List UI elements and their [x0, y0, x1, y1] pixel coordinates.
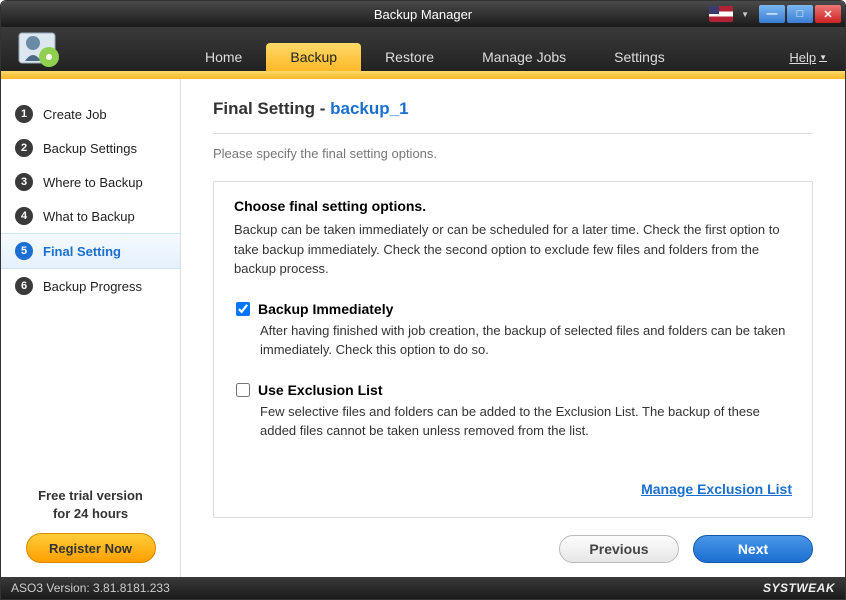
help-link[interactable]: Help ▼ [789, 43, 835, 71]
main-toolbar: Home Backup Restore Manage Jobs Settings… [1, 27, 845, 71]
step-create-job[interactable]: 1Create Job [1, 97, 180, 131]
wizard-sidebar: 1Create Job 2Backup Settings 3Where to B… [1, 79, 181, 577]
tab-restore[interactable]: Restore [361, 43, 458, 71]
help-label: Help [789, 50, 816, 65]
backup-immediately-label: Backup Immediately [258, 301, 393, 317]
minimize-button[interactable]: — [759, 5, 785, 23]
brand-label: SYSTWEAK [763, 581, 835, 595]
close-button[interactable]: ✕ [815, 5, 841, 23]
tab-settings[interactable]: Settings [590, 43, 689, 71]
trial-notice: Free trial version for 24 hours [1, 487, 180, 533]
manage-exclusion-list-link[interactable]: Manage Exclusion List [234, 481, 792, 497]
previous-button[interactable]: Previous [559, 535, 679, 563]
backup-immediately-desc: After having finished with job creation,… [260, 321, 792, 360]
title-bar: Backup Manager ▼ — □ ✕ [1, 1, 845, 27]
tab-manage-jobs[interactable]: Manage Jobs [458, 43, 590, 71]
use-exclusion-list-checkbox[interactable] [236, 383, 250, 397]
version-label: ASO3 Version: 3.81.8181.233 [11, 581, 170, 595]
backup-immediately-checkbox[interactable] [236, 302, 250, 316]
tab-home[interactable]: Home [181, 43, 266, 71]
option-backup-immediately: Backup Immediately After having finished… [234, 301, 792, 360]
language-dropdown-icon[interactable]: ▼ [741, 10, 749, 19]
use-exclusion-list-desc: Few selective files and folders can be a… [260, 402, 792, 441]
step-backup-progress[interactable]: 6Backup Progress [1, 269, 180, 303]
step-where-to-backup[interactable]: 3Where to Backup [1, 165, 180, 199]
status-bar: ASO3 Version: 3.81.8181.233 SYSTWEAK [1, 577, 845, 599]
use-exclusion-list-label: Use Exclusion List [258, 382, 382, 398]
page-title: Final Setting - backup_1 [213, 99, 813, 119]
main-tabs: Home Backup Restore Manage Jobs Settings [181, 39, 689, 71]
step-final-setting[interactable]: 5Final Setting [1, 233, 180, 269]
step-backup-settings[interactable]: 2Backup Settings [1, 131, 180, 165]
tab-backup[interactable]: Backup [266, 43, 361, 71]
panel-description: Backup can be taken immediately or can b… [234, 220, 792, 279]
register-now-button[interactable]: Register Now [26, 533, 156, 563]
job-name: backup_1 [330, 99, 408, 118]
option-use-exclusion-list: Use Exclusion List Few selective files a… [234, 382, 792, 441]
app-logo-icon [15, 29, 69, 69]
toolbar-accent-strip [1, 71, 845, 79]
next-button[interactable]: Next [693, 535, 813, 563]
options-panel: Choose final setting options. Backup can… [213, 181, 813, 518]
maximize-button[interactable]: □ [787, 5, 813, 23]
divider [213, 133, 813, 134]
chevron-down-icon: ▼ [819, 53, 827, 62]
panel-heading: Choose final setting options. [234, 198, 792, 214]
page-subtitle: Please specify the final setting options… [213, 146, 813, 161]
step-what-to-backup[interactable]: 4What to Backup [1, 199, 180, 233]
window-title: Backup Manager [374, 7, 472, 22]
language-flag-icon[interactable] [709, 6, 733, 22]
main-content: Final Setting - backup_1 Please specify … [181, 79, 845, 577]
wizard-nav-buttons: Previous Next [213, 525, 813, 563]
